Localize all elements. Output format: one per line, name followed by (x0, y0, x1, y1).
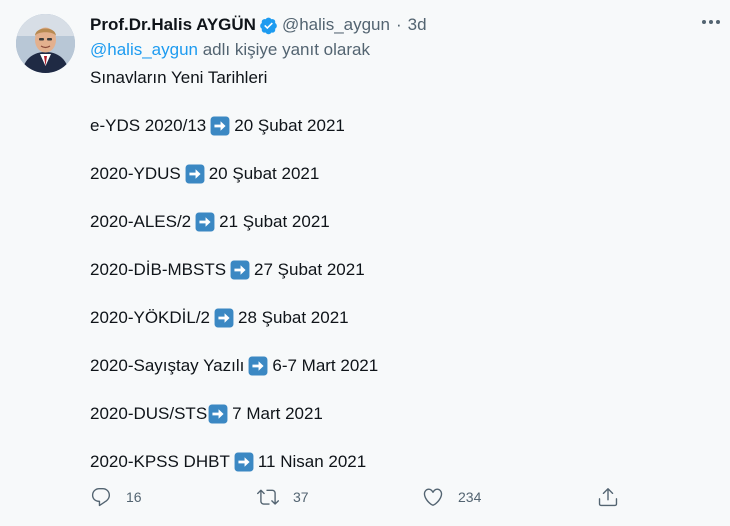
reply-count: 16 (126, 489, 142, 505)
exam-line: e-YDS 2020/13 20 Şubat 2021 (90, 114, 345, 138)
more-options-icon[interactable] (698, 12, 724, 32)
tweet-heading: Sınavların Yeni Tarihleri (90, 68, 268, 87)
exam-date: 11 Nisan 2021 (257, 452, 367, 471)
exam-line: 2020-DUS/STS 7 Mart 2021 (90, 402, 323, 426)
right-arrow-icon (185, 164, 205, 184)
exam-date: 20 Şubat 2021 (234, 116, 345, 135)
replying-to: @halis_aygun adlı kişiye yanıt olarak (90, 40, 370, 60)
share-button[interactable] (597, 486, 619, 508)
exam-name: 2020-YDUS (90, 164, 181, 183)
exam-line: 2020-DİB-MBSTS 27 Şubat 2021 (90, 258, 365, 282)
exam-date: 27 Şubat 2021 (254, 260, 365, 279)
avatar-photo (16, 14, 75, 73)
exam-line: 2020-YDUS 20 Şubat 2021 (90, 162, 319, 186)
action-bar: 16 37 234 (90, 484, 730, 512)
share-icon (598, 488, 618, 507)
right-arrow-icon (230, 260, 250, 280)
right-arrow-icon (195, 212, 215, 232)
exam-date: 7 Mart 2021 (232, 404, 323, 423)
like-icon (423, 488, 443, 506)
exam-line: 2020-YÖKDİL/2 28 Şubat 2021 (90, 306, 349, 330)
reply-mention-link[interactable]: @halis_aygun (90, 40, 198, 59)
exam-name: 2020-ALES/2 (90, 212, 192, 231)
separator-dot: · (395, 15, 402, 34)
author-handle[interactable]: @halis_aygun (282, 15, 390, 35)
author-name[interactable]: Prof.Dr.Halis AYGÜN (90, 15, 256, 35)
exam-date: 28 Şubat 2021 (238, 308, 349, 327)
exam-line: 2020-KPSS DHBT 11 Nisan 2021 (90, 450, 366, 474)
exam-name: 2020-KPSS DHBT (90, 452, 230, 471)
exam-name: e-YDS 2020/13 (90, 116, 207, 135)
exam-line: 2020-Sayıştay Yazılı 6-7 Mart 2021 (90, 354, 378, 378)
exam-name: 2020-YÖKDİL/2 (90, 308, 211, 327)
reply-icon (91, 488, 111, 507)
exam-name: 2020-DİB-MBSTS (90, 260, 227, 279)
right-arrow-icon (208, 404, 228, 424)
reply-suffix: adlı kişiye yanıt olarak (198, 40, 370, 59)
like-count: 234 (458, 489, 482, 505)
exam-date: 20 Şubat 2021 (208, 164, 320, 183)
retweet-button[interactable]: 37 (257, 486, 309, 508)
right-arrow-icon (214, 308, 234, 328)
avatar[interactable] (16, 14, 75, 73)
tweet-header: Prof.Dr.Halis AYGÜN @halis_aygun · 3d (90, 13, 427, 37)
exam-date: 21 Şubat 2021 (219, 212, 330, 231)
right-arrow-icon (210, 116, 230, 136)
tweet-time[interactable]: 3d (408, 15, 427, 35)
like-button[interactable]: 234 (422, 486, 481, 508)
right-arrow-icon (248, 356, 268, 376)
exam-date: 6-7 Mart 2021 (272, 356, 379, 375)
verified-badge-icon (260, 17, 277, 34)
exam-name: 2020-Sayıştay Yazılı (90, 356, 245, 375)
reply-button[interactable]: 16 (90, 486, 142, 508)
retweet-icon (257, 489, 279, 505)
retweet-count: 37 (293, 489, 309, 505)
exam-line: 2020-ALES/2 21 Şubat 2021 (90, 210, 330, 234)
right-arrow-icon (234, 452, 254, 472)
exam-name: 2020-DUS/STS (90, 404, 208, 423)
